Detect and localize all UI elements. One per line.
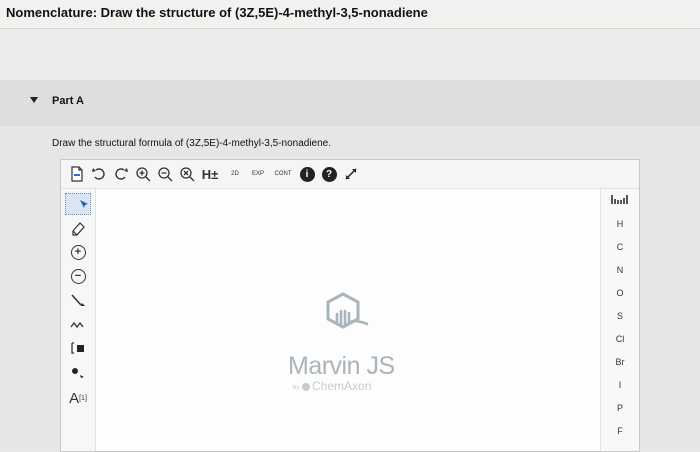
element-button-p[interactable]: P — [601, 403, 639, 413]
marvin-editor[interactable]: H± 2D EXP CONT i ? + − A [1] Marvin JS b… — [60, 159, 640, 452]
chemaxon-logo-icon — [302, 383, 310, 391]
atom-map-button[interactable]: A [1] — [65, 385, 91, 411]
element-button-n[interactable]: N — [601, 265, 639, 275]
help-icon[interactable]: ? — [319, 164, 339, 184]
fullscreen-icon[interactable] — [341, 164, 361, 184]
by-text: by — [293, 385, 300, 391]
select-tool-icon[interactable] — [65, 193, 91, 215]
page-title: Nomenclature: Draw the structure of (3Z,… — [6, 5, 428, 20]
element-button-f[interactable]: F — [601, 426, 639, 436]
chemaxon-brand: ChemAxon — [302, 379, 371, 393]
contract-group-button[interactable]: CONT — [270, 164, 296, 184]
element-toolbar: H C N O S Cl Br I P F — [600, 189, 639, 451]
new-document-icon[interactable] — [67, 164, 87, 184]
negative-charge-button[interactable]: − — [65, 265, 91, 287]
marvin-logo-icon — [326, 292, 369, 329]
periodic-table-icon[interactable] — [601, 193, 639, 207]
zoom-fit-icon[interactable] — [177, 164, 197, 184]
eraser-icon[interactable] — [65, 217, 91, 239]
element-button-c[interactable]: C — [601, 242, 639, 252]
info-icon[interactable]: i — [297, 164, 317, 184]
part-label: Part A — [52, 95, 84, 107]
expand-group-button[interactable]: EXP — [247, 164, 269, 184]
chain-tool-icon[interactable] — [65, 313, 91, 335]
bond-tool-icon[interactable] — [65, 289, 91, 311]
element-button-br[interactable]: Br — [601, 357, 639, 367]
part-header[interactable]: Part A — [0, 80, 700, 126]
title-bar: Nomenclature: Draw the structure of (3Z,… — [0, 0, 700, 29]
element-button-s[interactable]: S — [601, 311, 639, 321]
add-hydrogens-button[interactable]: H± — [199, 164, 221, 184]
collapse-arrow-icon[interactable] — [30, 97, 38, 103]
positive-charge-button[interactable]: + — [65, 241, 91, 263]
question-area: Draw the structural formula of (3Z,5E)-4… — [0, 126, 700, 452]
atom-pointer-icon[interactable] — [65, 361, 91, 383]
left-toolbar: + − A [1] — [61, 189, 96, 451]
element-button-cl[interactable]: Cl — [601, 334, 639, 344]
redo-icon[interactable] — [111, 164, 131, 184]
element-button-i[interactable]: I — [601, 380, 639, 390]
template-tool-icon[interactable] — [65, 337, 91, 359]
zoom-out-icon[interactable] — [155, 164, 175, 184]
marvin-brand-text: Marvin JS — [288, 352, 395, 380]
element-button-h[interactable]: H — [601, 219, 639, 229]
drawing-canvas[interactable]: Marvin JS by ChemAxon — [96, 189, 601, 451]
header-band — [0, 29, 700, 79]
clean-2d-button[interactable]: 2D — [224, 164, 246, 184]
question-instructions: Draw the structural formula of (3Z,5E)-4… — [52, 138, 332, 149]
element-button-o[interactable]: O — [601, 288, 639, 298]
undo-icon[interactable] — [89, 164, 109, 184]
top-toolbar: H± 2D EXP CONT i ? — [61, 160, 639, 189]
zoom-in-icon[interactable] — [133, 164, 153, 184]
